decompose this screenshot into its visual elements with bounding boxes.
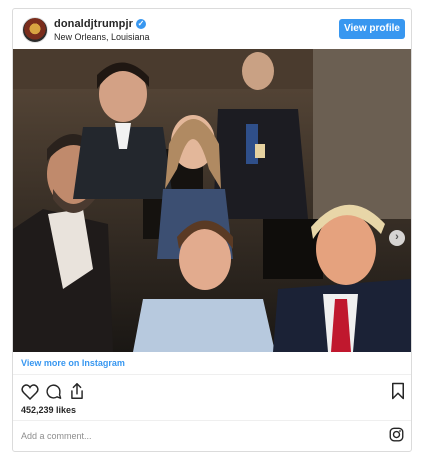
profile-avatar[interactable]: [22, 17, 48, 43]
username-row[interactable]: donaldjtrumpjr ✓: [54, 18, 147, 30]
bookmark-icon[interactable]: [391, 382, 405, 400]
divider: [13, 420, 411, 421]
instagram-embed-card: donaldjtrumpjr ✓ New Orleans, Louisiana V…: [12, 8, 412, 452]
verified-badge-icon: ✓: [136, 19, 147, 29]
chevron-right-icon: ›: [395, 231, 399, 243]
divider: [13, 374, 411, 375]
photo-illustration: [13, 49, 411, 352]
location-label[interactable]: New Orleans, Louisiana: [54, 32, 150, 42]
username[interactable]: donaldjtrumpjr: [54, 18, 133, 30]
likes-count[interactable]: 452,239 likes: [21, 405, 76, 415]
post-header: donaldjtrumpjr ✓ New Orleans, Louisiana V…: [13, 9, 411, 49]
comment-bubble-icon[interactable]: [45, 383, 62, 400]
post-photo[interactable]: ›: [13, 49, 411, 352]
add-comment-input[interactable]: Add a comment...: [21, 431, 92, 441]
instagram-logo-icon[interactable]: [389, 427, 404, 442]
view-more-on-instagram-link[interactable]: View more on Instagram: [21, 358, 125, 368]
action-bar: [13, 381, 411, 403]
view-profile-button[interactable]: View profile: [339, 19, 405, 39]
carousel-next-button[interactable]: ›: [389, 230, 405, 246]
heart-icon[interactable]: [21, 383, 39, 400]
share-icon[interactable]: [69, 382, 85, 400]
